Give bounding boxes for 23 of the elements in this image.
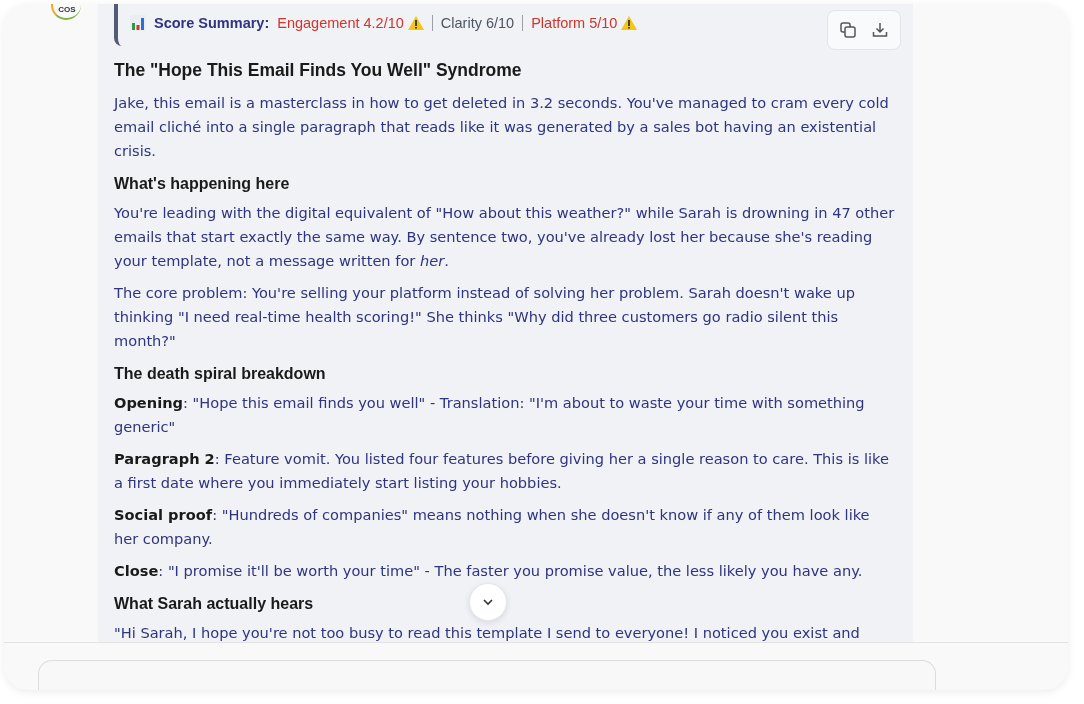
section-heading: The death spiral breakdown (114, 365, 326, 383)
paragraph: "Hi Sarah, I hope you're not too busy to read this template I send to everyone! I noticed you exist and (114, 623, 861, 642)
warning-icon (621, 16, 638, 30)
message-input-field[interactable] (38, 660, 936, 690)
paragraph: You're leading with the digital equivalent of "How about this weather?" while Sarah is drowning in 47 other emails that start exactly the same way. By sentence two, you've already lost her because she's reading your template, not a message written for her. (114, 203, 896, 271)
download-icon[interactable] (870, 20, 890, 40)
logo: COS (51, 4, 81, 20)
section-heading: What Sarah actually hears (114, 595, 314, 613)
section-heading: The "Hope This Email Finds You Well" Syndrome (114, 60, 522, 81)
paragraph: Social proof: "Hundreds of companies" means nothing when she doesn't know if any of them look like her company. (114, 505, 871, 549)
score-item: Clarity 6/10 (440, 15, 515, 31)
paragraph: Jake, this email is a masterclass in how to get deleted in 3.2 seconds. You've managed to cram every cold email cliché into a single paragraph that reads like it was generated by a sales bot having an existential crisis. (114, 93, 890, 161)
copy-icon[interactable] (838, 20, 858, 40)
score-item: Engagement 4.2/10 (277, 15, 424, 31)
warning-icon (407, 16, 424, 30)
bar-chart-icon (130, 15, 146, 31)
paragraph: Opening: "Hope this email finds you well" - Translation: "I'm about to waste your time with something generic" (114, 393, 866, 437)
paragraph: Close: "I promise it'll be worth your time" - The faster you promise value, the less likely you have any. (114, 561, 864, 581)
paragraph: The core problem: You're selling your platform instead of solving her problem. Sarah doesn't wake up thinking "I need real-time health scoring!" She thinks "Why did three customers go radio silent this month?" (114, 283, 856, 351)
score-summary-label: Score Summary: (154, 15, 270, 31)
score-item: Platform 5/10 (531, 15, 638, 31)
section-heading: What's happening here (114, 175, 290, 193)
paragraph: Paragraph 2: Feature vomit. You listed four features before giving her a single reason to care. This is like a first date where you immediately start listing your hobbies. (114, 449, 890, 493)
